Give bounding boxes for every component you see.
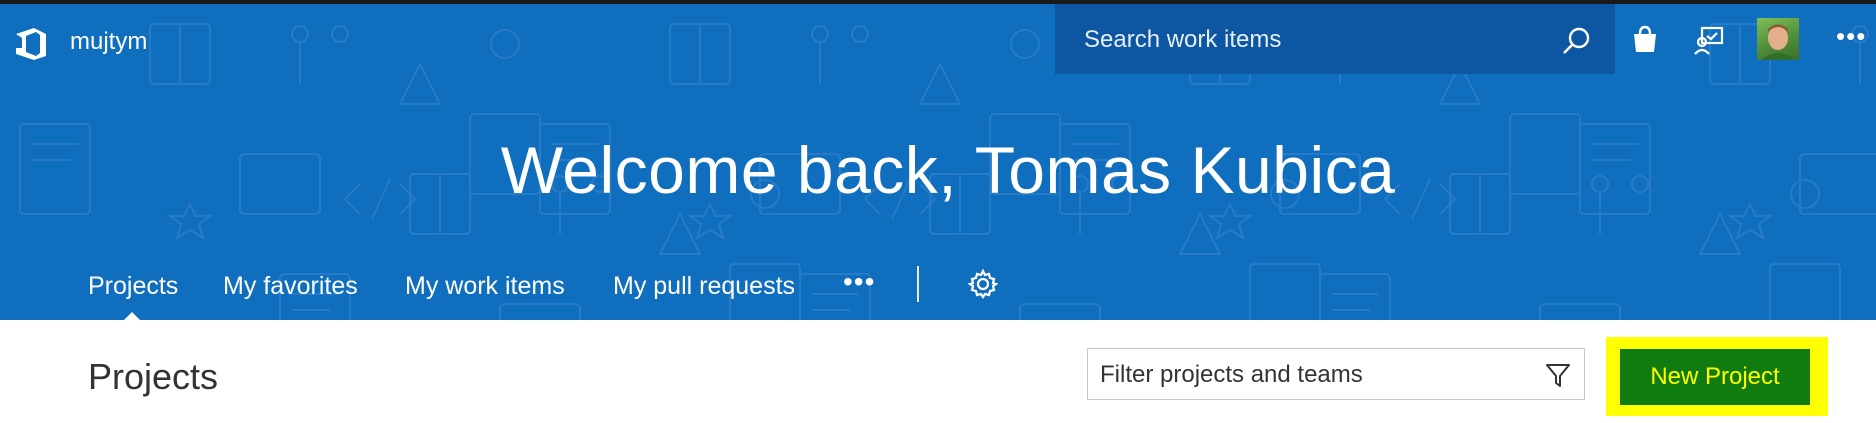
search-box[interactable]: Search work items	[1055, 4, 1615, 74]
organization-name[interactable]: mujtym	[70, 28, 147, 56]
search-icon[interactable]	[1561, 26, 1591, 56]
filter-box[interactable]: Filter projects and teams	[1087, 348, 1585, 400]
tab-my-pull-requests[interactable]: My pull requests	[613, 272, 795, 301]
new-project-button[interactable]: New Project	[1620, 349, 1810, 405]
search-input[interactable]: Search work items	[1084, 26, 1281, 54]
gear-icon[interactable]	[968, 269, 998, 299]
active-tab-indicator	[122, 312, 142, 320]
filter-input[interactable]: Filter projects and teams	[1100, 361, 1363, 389]
tab-my-work-items[interactable]: My work items	[405, 272, 565, 301]
feedback-icon[interactable]	[1693, 24, 1725, 56]
user-avatar[interactable]	[1757, 18, 1799, 60]
page-title: Projects	[88, 356, 219, 397]
more-icon[interactable]: •••	[1836, 23, 1866, 49]
tab-my-favorites[interactable]: My favorites	[223, 272, 358, 301]
nav-divider	[917, 266, 919, 302]
header-banner: mujtym Search work items ••• Welcome bac…	[0, 4, 1876, 320]
filter-icon[interactable]	[1544, 361, 1572, 389]
tab-projects[interactable]: Projects	[88, 272, 178, 301]
azure-devops-logo[interactable]	[12, 26, 50, 62]
marketplace-bag-icon[interactable]	[1629, 24, 1661, 56]
nav-more-icon[interactable]: •••	[843, 266, 875, 298]
welcome-heading: Welcome back, Tomas Kubica	[500, 133, 1396, 207]
